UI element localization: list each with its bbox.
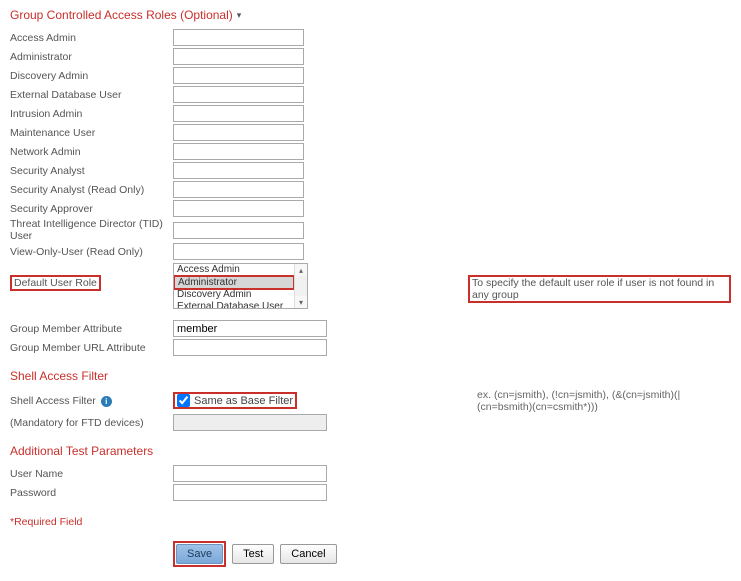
default-role-option-selected[interactable]: Administrator (175, 277, 293, 289)
default-user-role-label-highlight: Default User Role (10, 275, 101, 291)
role-label: Administrator (10, 51, 173, 63)
role-input-intrusion-admin[interactable] (173, 105, 304, 122)
same-as-base-highlight: Same as Base Filter (173, 392, 297, 409)
required-field-note: *Required Field (10, 516, 173, 528)
same-as-base-filter-checkbox[interactable] (177, 394, 190, 407)
role-input-tid-user[interactable] (173, 222, 304, 239)
role-label: Maintenance User (10, 127, 173, 139)
role-input-discovery-admin[interactable] (173, 67, 304, 84)
default-user-role-label: Default User Role (14, 277, 97, 289)
role-label: Security Analyst (Read Only) (10, 184, 173, 196)
role-label: External Database User (10, 89, 173, 101)
group-roles-header[interactable]: Group Controlled Access Roles (Optional)… (10, 8, 731, 22)
role-label: View-Only-User (Read Only) (10, 246, 173, 258)
shell-filter-title: Shell Access Filter (10, 369, 731, 383)
role-input-security-approver[interactable] (173, 200, 304, 217)
test-password-input[interactable] (173, 484, 327, 501)
cancel-button[interactable]: Cancel (280, 544, 336, 564)
group-member-attr-input[interactable] (173, 320, 327, 337)
role-label: Security Analyst (10, 165, 173, 177)
default-role-option[interactable]: External Database User (174, 301, 307, 310)
role-input-administrator[interactable] (173, 48, 304, 65)
group-member-attr-label: Group Member Attribute (10, 323, 173, 335)
role-label: Intrusion Admin (10, 108, 173, 120)
save-button-highlight: Save (173, 541, 226, 567)
role-label: Threat Intelligence Director (TID) User (10, 218, 173, 242)
save-button[interactable]: Save (176, 544, 223, 564)
role-label: Network Admin (10, 146, 173, 158)
same-as-base-filter-label: Same as Base Filter (194, 395, 293, 407)
role-label: Security Approver (10, 203, 173, 215)
scroll-up-icon[interactable]: ▴ (295, 264, 307, 276)
role-input-security-analyst[interactable] (173, 162, 304, 179)
mandatory-ftd-label: (Mandatory for FTD devices) (10, 417, 173, 429)
role-input-maintenance-user[interactable] (173, 124, 304, 141)
group-roles-title: Group Controlled Access Roles (Optional) (10, 8, 233, 22)
default-role-helper: To specify the default user role if user… (472, 277, 714, 301)
test-username-input[interactable] (173, 465, 327, 482)
test-username-label: User Name (10, 468, 173, 480)
info-icon[interactable]: i (101, 396, 112, 407)
test-button[interactable]: Test (232, 544, 274, 564)
role-input-external-db-user[interactable] (173, 86, 304, 103)
listbox-scrollbar[interactable]: ▴ ▾ (294, 264, 307, 308)
shell-filter-input (173, 414, 327, 431)
shell-filter-example: ex. (cn=jsmith), (!cn=jsmith), (&(cn=jsm… (297, 389, 731, 413)
role-input-view-only-user[interactable] (173, 243, 304, 260)
default-role-option[interactable]: Discovery Admin (174, 289, 307, 301)
default-user-role-listbox[interactable]: Access Admin Administrator Discovery Adm… (173, 263, 308, 309)
group-member-url-attr-input[interactable] (173, 339, 327, 356)
default-role-helper-highlight: To specify the default user role if user… (468, 275, 731, 303)
scroll-down-icon[interactable]: ▾ (295, 296, 307, 308)
role-label: Discovery Admin (10, 70, 173, 82)
role-input-security-analyst-ro[interactable] (173, 181, 304, 198)
role-input-network-admin[interactable] (173, 143, 304, 160)
group-member-url-attr-label: Group Member URL Attribute (10, 342, 173, 354)
role-input-access-admin[interactable] (173, 29, 304, 46)
collapse-caret-icon: ▾ (237, 10, 242, 21)
role-label: Access Admin (10, 32, 173, 44)
additional-test-title: Additional Test Parameters (10, 444, 731, 458)
test-password-label: Password (10, 487, 173, 499)
shell-access-filter-label: Shell Access Filter (10, 395, 96, 407)
